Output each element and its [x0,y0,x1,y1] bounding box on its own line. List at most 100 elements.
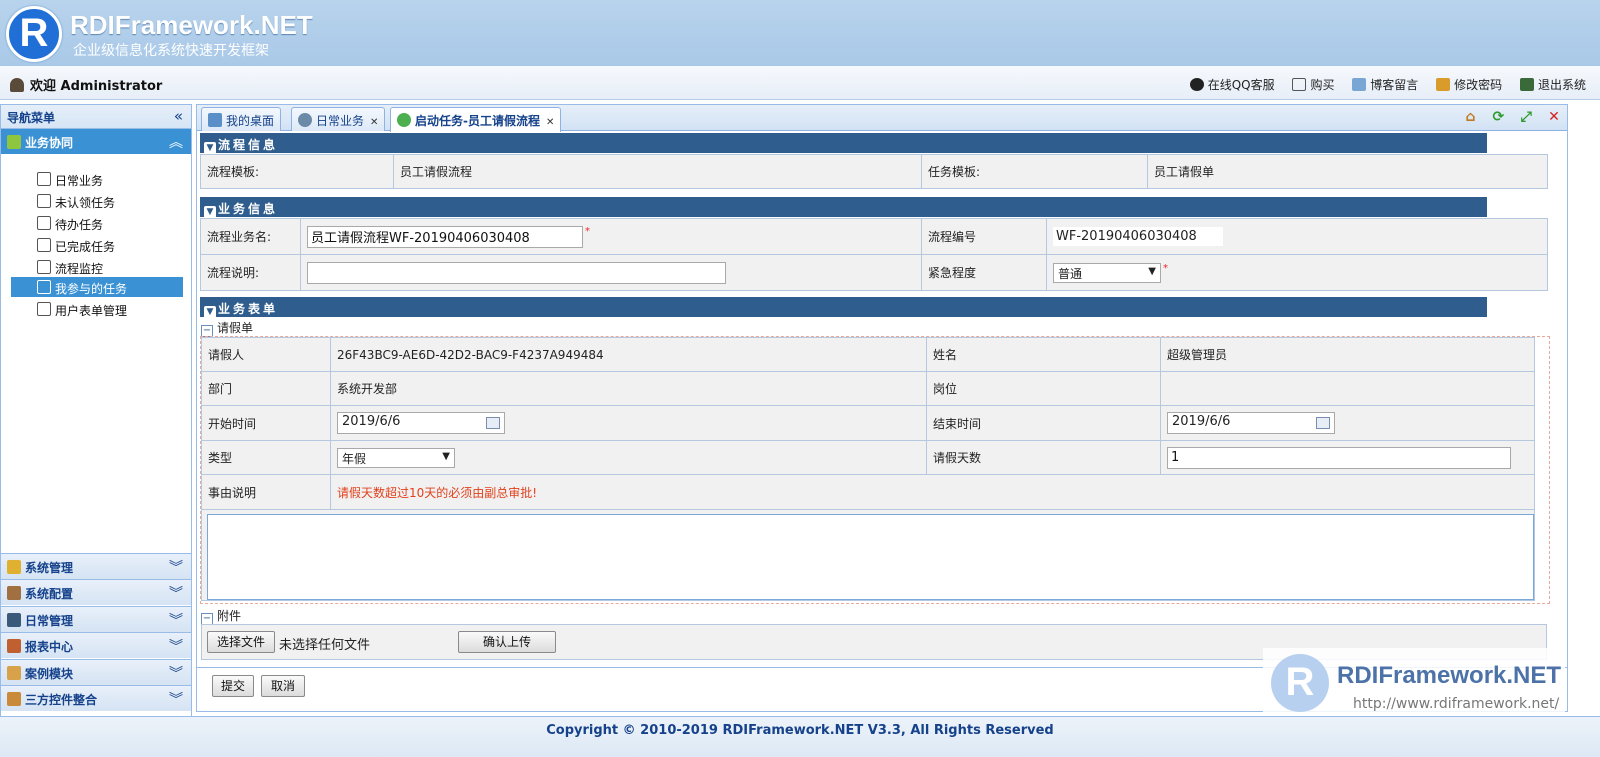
brand-subtitle: 企业级信息化系统快速开发框架 [73,43,269,59]
sidebar-header: 导航菜单 « [1,105,191,129]
leave-type-select[interactable]: 年假 ▼ [337,447,455,468]
home-icon[interactable]: ⌂ [1462,108,1480,126]
sidebar-group-report-center[interactable]: 报表中心 ︾ [1,632,191,658]
user-bar: 欢迎 Administrator 在线QQ客服 购买 博客留言 修改密码 退出系… [0,66,1600,100]
sidebar-group-daily-management[interactable]: 日常管理 ︾ [1,606,191,632]
required-mark: * [1163,262,1168,274]
sidebar-group-system-management[interactable]: 系统管理 ︾ [1,553,191,579]
chevron-down-icon: ︾ [169,560,183,576]
close-icon[interactable]: ✕ [546,117,554,128]
tab-start-task-leave-flow[interactable]: 启动任务-员工请假流程 ✕ [390,107,562,132]
collapse-sidebar-button[interactable]: « [174,107,183,125]
unclaimed-icon [37,194,51,208]
leave-type-label: 类型 [201,440,331,475]
name-label: 姓名 [926,337,1161,372]
tab-strip: 我的桌面 日常业务 ✕ 启动任务-员工请假流程 ✕ ⌂ ⟳ ⤢ ✕ [197,105,1567,132]
calendar-icon[interactable] [1316,417,1330,429]
flow-description-input[interactable] [307,261,726,284]
business-info-table: 流程业务名: * 流程编号 WF-20190406030408 流程说明: 紧急… [200,218,1548,291]
end-date-input[interactable]: 2019/6/6 [1167,412,1335,434]
list-icon [37,280,51,294]
chevron-down-icon: ▼ [1148,265,1156,277]
box-icon [7,666,21,680]
desktop-icon [208,113,222,127]
business-name-input[interactable] [307,225,583,248]
tab-daily-business[interactable]: 日常业务 ✕ [291,107,386,131]
start-time-label: 开始时间 [201,405,331,441]
attachment-subheading[interactable]: − 附件 [201,607,241,625]
change-password-link[interactable]: 修改密码 [1436,76,1502,93]
calendar-icon[interactable] [486,417,500,429]
globe-icon [397,113,411,127]
app-header: R RDIFramework.NET 企业级信息化系统快速开发框架 [0,0,1600,66]
refresh-icon[interactable]: ⟳ [1489,108,1507,126]
sidebar-item-daily-business[interactable]: 日常业务 [11,169,183,189]
exit-icon [1519,78,1534,91]
book-icon [7,639,21,653]
cancel-button[interactable]: 取消 [261,675,305,697]
sidebar-group-system-config[interactable]: 系统配置 ︾ [1,579,191,605]
submit-button[interactable]: 提交 [212,675,254,697]
form-icon [37,302,51,316]
collapse-icon[interactable]: ▼ [204,142,216,154]
sidebar-item-unclaimed-tasks[interactable]: 未认领任务 [11,191,183,211]
applicant-label: 请假人 [201,337,331,372]
package-icon [7,692,21,706]
business-name-label: 流程业务名: [200,218,301,255]
leave-form-table: 请假人 26F43BC9-AE6D-42D2-BAC9-F4237A949484… [201,337,1535,510]
sidebar-item-completed-tasks[interactable]: 已完成任务 [11,235,183,255]
start-date-input[interactable]: 2019/6/6 [337,412,505,434]
urgency-select[interactable]: 普通 ▼ [1053,262,1161,283]
close-all-icon[interactable]: ✕ [1545,108,1563,126]
footer: Copyright © 2010-2019 RDIFramework.NET V… [0,716,1600,757]
logout-link[interactable]: 退出系统 [1519,76,1586,93]
blog-link[interactable]: 博客留言 [1352,76,1418,93]
main-panel: 我的桌面 日常业务 ✕ 启动任务-员工请假流程 ✕ ⌂ ⟳ ⤢ ✕ ▼ 流程信息 流程… [196,104,1568,712]
watermark-url: http://www.rdiframework.net/ [1353,696,1560,712]
task-template-label: 任务模板: [921,154,1148,189]
sidebar-group-case-module[interactable]: 案例模块 ︾ [1,659,191,685]
sidebar-item-my-participated-tasks[interactable]: 我参与的任务 [11,277,183,297]
tab-my-desktop[interactable]: 我的桌面 [201,107,282,131]
flow-description-label: 流程说明: [200,254,301,291]
completed-icon [37,238,51,252]
buy-link[interactable]: 购买 [1292,76,1334,93]
sidebar-group-third-party-controls[interactable]: 三方控件整合 ︾ [1,685,191,711]
sidebar-group-business-collab[interactable]: 业务协同 ︽ [1,129,191,154]
chevron-down-icon: ︾ [169,692,183,708]
todo-icon [37,216,51,230]
department-label: 部门 [201,371,331,406]
confirm-upload-button[interactable]: 确认上传 [458,631,556,653]
close-icon[interactable]: ✕ [370,117,378,128]
qq-icon [1189,78,1204,91]
post-label: 岗位 [926,371,1161,406]
no-file-text: 未选择任何文件 [279,638,371,653]
sidebar-item-user-form-management[interactable]: 用户表单管理 [11,299,183,319]
reason-textarea[interactable] [207,514,1534,600]
key-icon [1436,78,1451,91]
task-template-value: 员工请假单 [1147,154,1548,189]
urgency-label: 紧急程度 [921,254,1047,291]
watermark-title: RDIFramework.NET [1337,662,1562,689]
sidebar-item-todo-tasks[interactable]: 待办任务 [11,213,183,233]
chevron-down-icon: ︾ [169,613,183,629]
section-flow-info: ▼ 流程信息 [200,133,1487,154]
tab-tools: ⌂ ⟳ ⤢ ✕ [1456,108,1563,126]
reason-label: 事由说明 [201,474,331,510]
leave-form-subheading[interactable]: − 请假单 [201,319,253,337]
reason-note: 请假天数超过10天的必须由副总审批! [330,474,1535,510]
sidebar-item-flow-monitor[interactable]: 流程监控 [11,257,183,277]
qq-service-link[interactable]: 在线QQ客服 [1189,76,1275,93]
fullscreen-icon[interactable]: ⤢ [1517,108,1535,126]
collapse-icon[interactable]: ▼ [204,306,216,318]
leave-days-label: 请假天数 [926,440,1161,475]
daily-icon [298,113,312,127]
section-business-form: ▼ 业务表单 [200,297,1487,318]
brand-logo: R [6,6,62,62]
leave-days-input[interactable] [1167,446,1511,469]
daily-icon [37,172,51,186]
department-value: 系统开发部 [330,371,927,406]
required-mark: * [585,225,590,237]
choose-file-button[interactable]: 选择文件 [207,631,275,653]
collapse-icon[interactable]: ▼ [204,206,216,218]
